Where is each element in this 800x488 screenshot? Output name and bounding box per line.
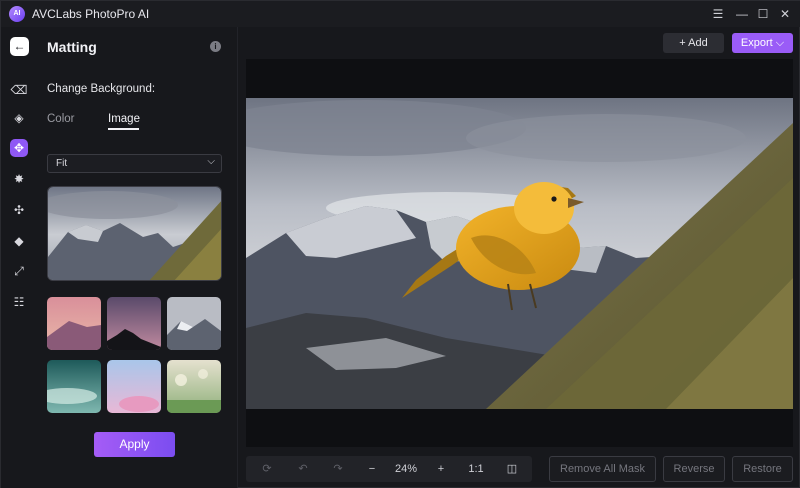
bird-on-mountain-image bbox=[246, 98, 793, 409]
zoom-in-button[interactable]: + bbox=[432, 460, 450, 478]
add-button[interactable]: + Add bbox=[663, 33, 724, 53]
reverse-button[interactable]: Reverse bbox=[663, 456, 725, 482]
background-preview bbox=[47, 186, 222, 281]
shapes-icon[interactable]: ◈ bbox=[10, 109, 28, 127]
background-thumbnail[interactable] bbox=[107, 297, 161, 350]
background-thumbnail[interactable] bbox=[167, 360, 221, 413]
fan-icon[interactable]: ✣ bbox=[10, 201, 28, 219]
apply-button[interactable]: Apply bbox=[94, 432, 175, 457]
compare-icon[interactable]: ◫ bbox=[503, 460, 521, 478]
info-icon[interactable]: i bbox=[210, 41, 221, 52]
tab-color[interactable]: Color bbox=[47, 113, 74, 125]
fit-select[interactable]: Fit ⌵ bbox=[47, 154, 222, 173]
mountain-preview-image bbox=[48, 187, 221, 280]
reset-icon[interactable]: ⟳ bbox=[258, 460, 276, 478]
panel-divider bbox=[237, 27, 238, 488]
resize-icon[interactable]: ⤢ bbox=[10, 262, 28, 280]
eraser-icon[interactable]: ⌫ bbox=[10, 81, 28, 99]
background-thumbnail[interactable] bbox=[107, 360, 161, 413]
redo-icon[interactable]: ↷ bbox=[329, 460, 347, 478]
chevron-down-icon: ⌵ bbox=[207, 156, 215, 167]
export-button[interactable]: Export ⌵ bbox=[732, 33, 793, 53]
zoom-out-button[interactable]: − bbox=[363, 460, 381, 478]
panel-title: Matting bbox=[47, 39, 97, 55]
restore-button[interactable]: Restore bbox=[732, 456, 793, 482]
app-logo: AI bbox=[9, 6, 25, 22]
pink-mountain-thumbnail bbox=[47, 297, 101, 350]
sliders-icon[interactable]: ☷ bbox=[10, 293, 28, 311]
fill-bucket-icon[interactable]: ◆ bbox=[10, 232, 28, 250]
background-thumbnail[interactable] bbox=[47, 360, 101, 413]
maximize-button[interactable]: ☐ bbox=[754, 5, 772, 23]
back-button[interactable]: ← bbox=[10, 37, 29, 56]
snowy-peak-thumbnail bbox=[167, 297, 221, 350]
close-button[interactable]: ✕ bbox=[776, 5, 794, 23]
ocean-wave-thumbnail bbox=[47, 360, 101, 413]
remove-all-mask-button[interactable]: Remove All Mask bbox=[549, 456, 656, 482]
active-tab-indicator bbox=[108, 128, 139, 130]
app-window: AI AVCLabs PhotoPro AI ☰ — ☐ ✕ ← ⌫ ◈ ✥ ✸… bbox=[0, 0, 800, 488]
fit-select-value: Fit bbox=[56, 158, 68, 169]
menu-icon[interactable]: ☰ bbox=[709, 5, 727, 23]
canvas-toolbar: ⟳ ↶ ↷ − 24% + 1:1 ◫ bbox=[246, 456, 532, 482]
bokeh-meadow-thumbnail bbox=[167, 360, 221, 413]
zoom-level: 24% bbox=[394, 463, 418, 475]
minimize-button[interactable]: — bbox=[733, 5, 751, 23]
dusk-trees-thumbnail bbox=[107, 297, 161, 350]
app-title: AVCLabs PhotoPro AI bbox=[32, 7, 150, 21]
undo-icon[interactable]: ↶ bbox=[294, 460, 312, 478]
actual-size-button[interactable]: 1:1 bbox=[464, 460, 488, 478]
tool-rail: ← ⌫ ◈ ✥ ✸ ✣ ◆ ⤢ ☷ bbox=[1, 27, 37, 488]
title-bar: AI AVCLabs PhotoPro AI ☰ — ☐ ✕ bbox=[1, 1, 800, 27]
sparkle-icon[interactable]: ✸ bbox=[10, 170, 28, 188]
edited-photo bbox=[246, 98, 793, 409]
section-label: Change Background: bbox=[47, 83, 156, 95]
background-thumbnail[interactable] bbox=[47, 297, 101, 350]
background-thumbnail[interactable] bbox=[167, 297, 221, 350]
pastel-clouds-thumbnail bbox=[107, 360, 161, 413]
tab-image[interactable]: Image bbox=[108, 113, 140, 125]
matting-icon[interactable]: ✥ bbox=[10, 139, 28, 157]
matting-panel: Matting i Change Background: Color Image… bbox=[37, 27, 237, 488]
